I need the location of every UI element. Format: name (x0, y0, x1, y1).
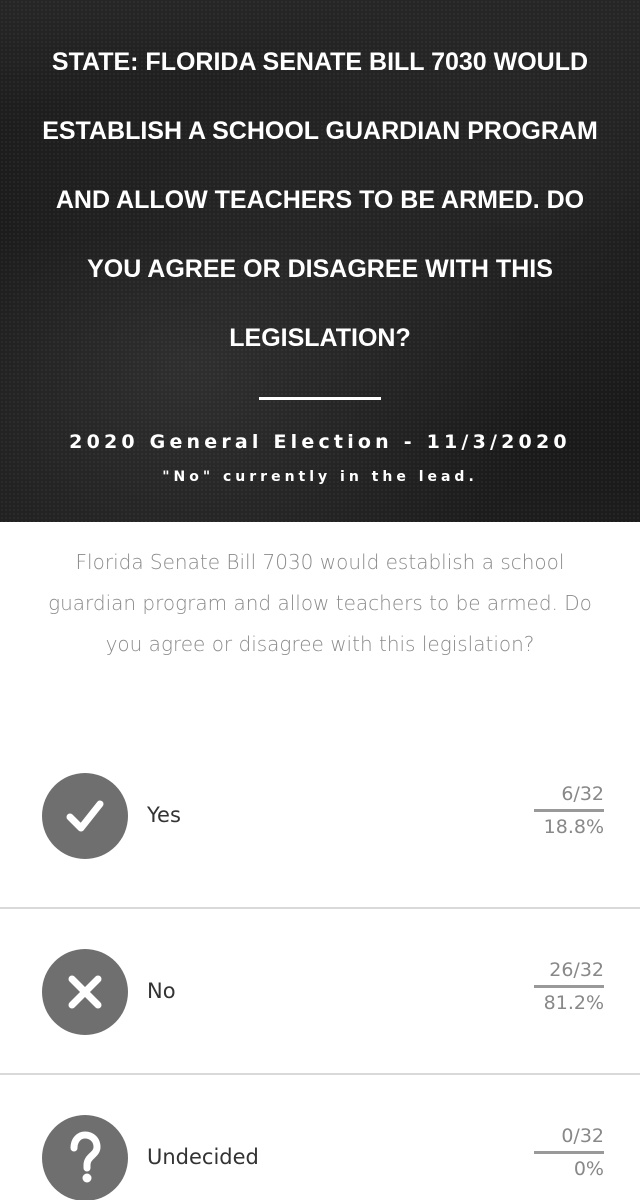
vote-count: 0/32 (534, 1125, 604, 1154)
option-label: Undecided (147, 1145, 259, 1169)
option-stats: 26/32 81.2% (534, 959, 604, 1014)
vote-count: 6/32 (534, 783, 604, 812)
poll-options: Yes 6/32 18.8% No 26/32 81.2% Undecided … (0, 733, 640, 1200)
lead-status: "No" currently in the lead. (162, 469, 478, 485)
x-icon[interactable] (42, 949, 128, 1035)
vote-percent: 81.2% (543, 992, 604, 1014)
option-no[interactable]: No 26/32 81.2% (0, 909, 640, 1075)
option-label: No (147, 979, 176, 1003)
option-stats: 6/32 18.8% (534, 783, 604, 838)
vote-percent: 0% (573, 1158, 604, 1180)
option-stats: 0/32 0% (534, 1125, 604, 1180)
vote-count: 26/32 (534, 959, 604, 988)
poll-title: State: Florida Senate Bill 7030 would es… (42, 48, 598, 352)
title-divider (259, 397, 381, 400)
election-label: 2020 General Election - 11/3/2020 (69, 431, 571, 453)
hero-banner: State: Florida Senate Bill 7030 would es… (0, 0, 640, 522)
option-yes[interactable]: Yes 6/32 18.8% (0, 733, 640, 909)
question-icon[interactable] (42, 1115, 128, 1200)
option-undecided[interactable]: Undecided 0/32 0% (0, 1075, 640, 1200)
option-label: Yes (147, 803, 181, 827)
vote-percent: 18.8% (543, 816, 604, 838)
check-icon[interactable] (42, 773, 128, 859)
poll-question: Florida Senate Bill 7030 would establish… (48, 550, 592, 656)
